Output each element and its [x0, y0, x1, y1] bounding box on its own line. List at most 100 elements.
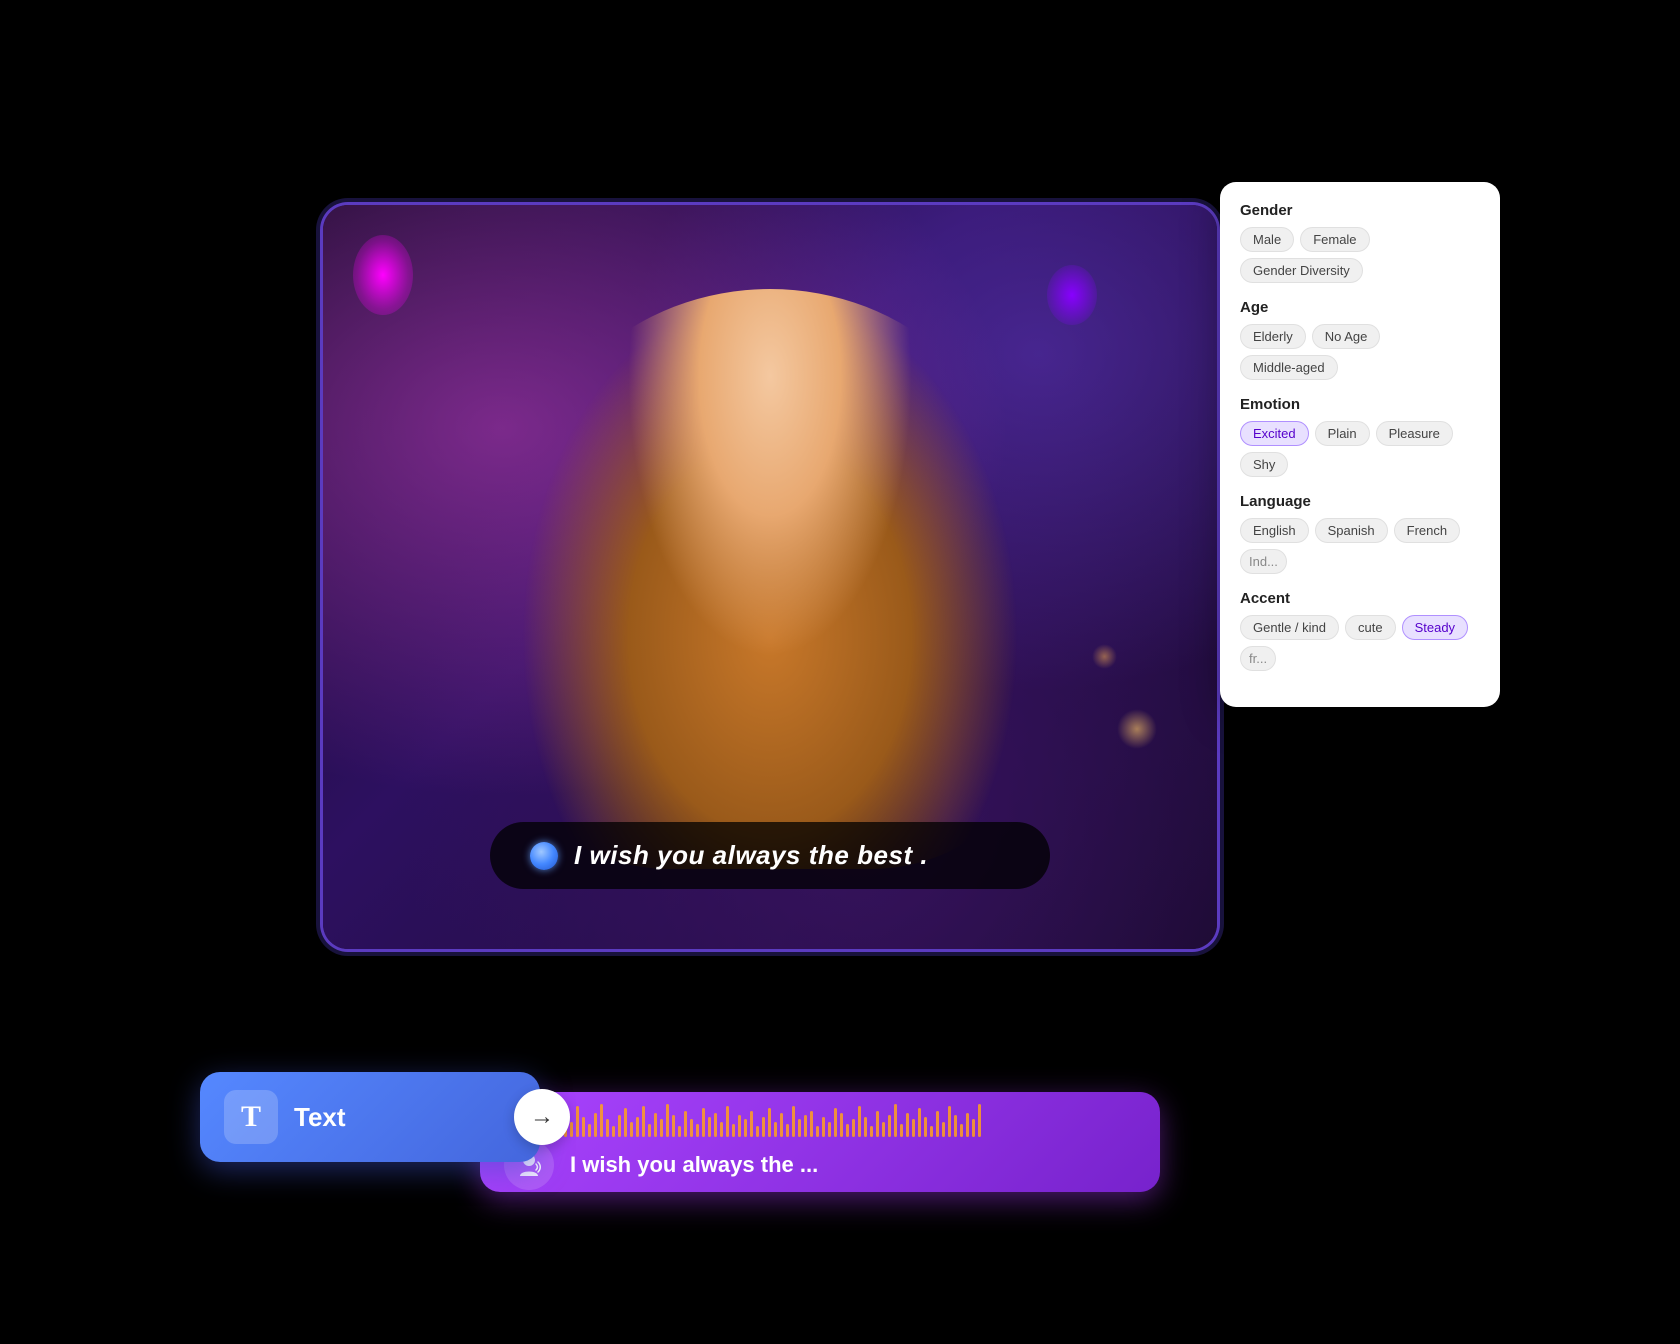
accent-tag-cute[interactable]: cute — [1345, 615, 1396, 640]
accent-tag-more[interactable]: fr... — [1240, 646, 1276, 671]
waveform-bar — [768, 1108, 771, 1137]
emotion-tag-excited[interactable]: Excited — [1240, 421, 1309, 446]
waveform-bar — [918, 1108, 921, 1137]
waveform-bar — [948, 1106, 951, 1137]
waveform-bar — [618, 1115, 621, 1137]
subtitle-bar: I wish you always the best . — [490, 822, 1050, 889]
waveform-bar — [756, 1126, 759, 1137]
waveform-bar — [702, 1108, 705, 1137]
gender-section: Gender Male Female Gender Diversity — [1240, 202, 1480, 283]
emotion-tag-pleasure[interactable]: Pleasure — [1376, 421, 1453, 446]
arrow-right-icon: → — [530, 1103, 554, 1131]
bokeh-light-2 — [1092, 644, 1117, 669]
accent-tag-steady[interactable]: Steady — [1402, 615, 1468, 640]
audio-output-card: I wish you always the ... — [480, 1092, 1160, 1192]
waveform-bar — [774, 1122, 777, 1137]
person-figure — [520, 289, 1020, 869]
waveform-bar — [798, 1119, 801, 1137]
waveform-bar — [912, 1119, 915, 1137]
waveform-bar — [966, 1113, 969, 1137]
waveform-bar — [978, 1104, 981, 1137]
gender-tag-male[interactable]: Male — [1240, 227, 1294, 252]
waveform-bar — [648, 1124, 651, 1137]
waveform-bar — [792, 1106, 795, 1137]
video-card: I wish you always the best . — [320, 202, 1220, 952]
waveform-bar — [750, 1111, 753, 1137]
age-tag-elderly[interactable]: Elderly — [1240, 324, 1306, 349]
waveform-bar — [828, 1122, 831, 1137]
language-tag-spanish[interactable]: Spanish — [1315, 518, 1388, 543]
waveform-bar — [822, 1117, 825, 1137]
emotion-tag-plain[interactable]: Plain — [1315, 421, 1370, 446]
arrow-button[interactable]: → — [514, 1089, 570, 1145]
waveform-bar — [870, 1126, 873, 1137]
waveform-bar — [930, 1126, 933, 1137]
text-input-label: Text — [294, 1102, 516, 1133]
waveform-bar — [624, 1108, 627, 1137]
waveform-bar — [732, 1124, 735, 1137]
waveform-visualization — [480, 1092, 1160, 1137]
waveform-bar — [654, 1113, 657, 1137]
waveform-bar — [954, 1115, 957, 1137]
waveform-bar — [744, 1119, 747, 1137]
waveform-bar — [906, 1113, 909, 1137]
waveform-bar — [846, 1124, 849, 1137]
waveform-bar — [576, 1106, 579, 1137]
age-tags: Elderly No Age Middle-aged — [1240, 324, 1480, 380]
waveform-bar — [894, 1104, 897, 1137]
waveform-bar — [666, 1104, 669, 1137]
waveform-bar — [594, 1113, 597, 1137]
waveform-bar — [852, 1119, 855, 1137]
waveform-bar — [582, 1117, 585, 1137]
age-title: Age — [1240, 299, 1480, 316]
waveform-bar — [936, 1111, 939, 1137]
waveform-bar — [696, 1124, 699, 1137]
video-background: I wish you always the best . — [323, 205, 1217, 949]
waveform-bar — [864, 1117, 867, 1137]
waveform-bar — [876, 1111, 879, 1137]
waveform-bar — [636, 1117, 639, 1137]
emotion-tags: Excited Plain Pleasure Shy — [1240, 421, 1480, 477]
accent-tags: Gentle / kind cute Steady fr... — [1240, 615, 1480, 671]
gender-tag-diversity[interactable]: Gender Diversity — [1240, 258, 1363, 283]
waveform-bar — [588, 1124, 591, 1137]
waveform-bar — [570, 1122, 573, 1137]
waveform-bar — [660, 1119, 663, 1137]
emotion-title: Emotion — [1240, 396, 1480, 413]
waveform-bar — [786, 1124, 789, 1137]
waveform-bar — [780, 1113, 783, 1137]
age-tag-middle-aged[interactable]: Middle-aged — [1240, 355, 1338, 380]
waveform-bar — [858, 1106, 861, 1137]
gender-tags: Male Female Gender Diversity — [1240, 227, 1480, 283]
waveform-bar — [834, 1108, 837, 1137]
accent-section: Accent Gentle / kind cute Steady fr... — [1240, 590, 1480, 671]
waveform-bar — [804, 1115, 807, 1137]
waveform-bar — [714, 1113, 717, 1137]
age-tag-no-age[interactable]: No Age — [1312, 324, 1381, 349]
subtitle-text: I wish you always the best . — [574, 840, 928, 871]
waveform-bar — [960, 1124, 963, 1137]
waveform-bar — [810, 1111, 813, 1137]
waveform-bar — [942, 1122, 945, 1137]
language-tag-english[interactable]: English — [1240, 518, 1309, 543]
accent-tag-gentle[interactable]: Gentle / kind — [1240, 615, 1339, 640]
language-tag-more[interactable]: Ind... — [1240, 549, 1287, 574]
waveform-bar — [888, 1115, 891, 1137]
person-silhouette — [520, 289, 1020, 869]
waveform-bar — [720, 1122, 723, 1137]
audio-content-row: I wish you always the ... — [480, 1137, 1160, 1192]
waveform-bar — [840, 1113, 843, 1137]
gender-tag-female[interactable]: Female — [1300, 227, 1369, 252]
language-tag-french[interactable]: French — [1394, 518, 1460, 543]
text-type-icon: T — [224, 1090, 278, 1144]
waveform-bar — [882, 1122, 885, 1137]
waveform-bar — [762, 1117, 765, 1137]
background-light-pink — [353, 235, 413, 315]
waveform-bar — [600, 1104, 603, 1137]
age-section: Age Elderly No Age Middle-aged — [1240, 299, 1480, 380]
waveform-bar — [900, 1124, 903, 1137]
language-title: Language — [1240, 493, 1480, 510]
emotion-tag-shy[interactable]: Shy — [1240, 452, 1288, 477]
text-input-card[interactable]: T Text → — [200, 1072, 540, 1162]
waveform-bar — [606, 1119, 609, 1137]
